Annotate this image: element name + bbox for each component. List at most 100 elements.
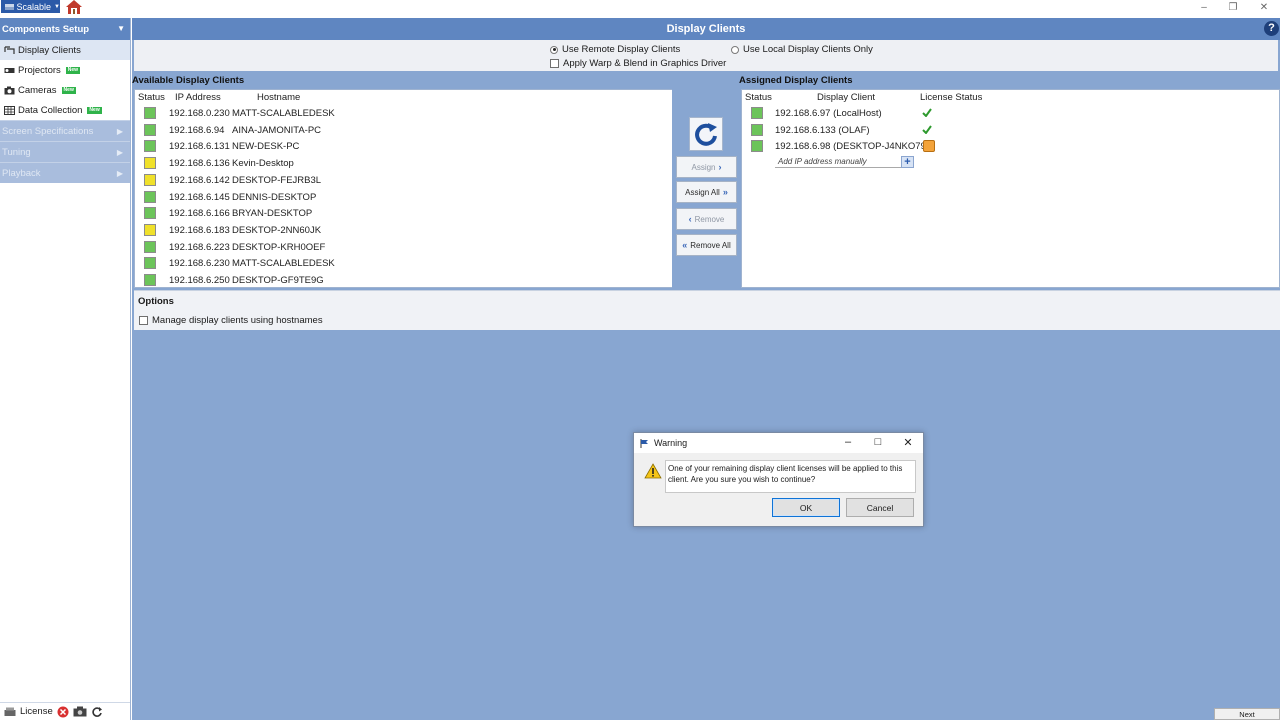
license-label[interactable]: License — [20, 706, 53, 717]
hostname-cell: DENNIS-DESKTOP — [232, 191, 317, 203]
warp-blend-checkbox[interactable]: Apply Warp & Blend in Graphics Driver — [550, 58, 726, 69]
table-row[interactable]: 192.168.6.145 DENNIS-DESKTOP — [135, 189, 672, 205]
remove-all-button[interactable]: « Remove All — [676, 234, 737, 256]
help-icon[interactable]: ? — [1264, 21, 1279, 36]
camera-icon — [4, 86, 15, 94]
maximize-icon[interactable]: □ — [871, 436, 885, 448]
sidebar-item-display-clients[interactable]: Display Clients — [0, 40, 130, 60]
refresh-icon[interactable] — [91, 706, 103, 718]
sidebar-item-cameras[interactable]: Cameras New — [0, 80, 130, 100]
sidebar-section-playback[interactable]: Playback ▶ — [0, 162, 130, 183]
hostname-cell: DESKTOP-2NN60JK — [232, 224, 322, 236]
local-clients-radio[interactable]: Use Local Display Clients Only — [731, 44, 873, 55]
table-row[interactable]: 192.168.6.250 DESKTOP-GF9TE9G — [135, 272, 672, 288]
projector-icon — [4, 67, 15, 73]
close-icon[interactable]: ✕ — [1257, 2, 1271, 14]
table-row[interactable]: 192.168.6.131 NEW-DESK-PC — [135, 138, 672, 154]
remote-clients-label: Use Remote Display Clients — [562, 44, 681, 55]
ok-button[interactable]: OK — [772, 498, 840, 517]
chevron-left-icon: ‹ — [688, 214, 692, 224]
status-indicator — [144, 207, 156, 220]
apply-license-icon[interactable] — [923, 140, 935, 153]
cancel-button[interactable]: Cancel — [846, 498, 914, 517]
table-row[interactable]: 192.168.6.223 DESKTOP-KRH0OEF — [135, 239, 672, 255]
assign-button[interactable]: Assign › — [676, 156, 737, 178]
sidebar-item-label: Projectors — [18, 64, 61, 76]
sidebar-header-label: Components Setup — [2, 23, 90, 35]
table-row[interactable]: 192.168.6.230 MATT-SCALABLEDESK — [135, 255, 672, 271]
column-header-ip[interactable]: IP Address — [175, 92, 221, 103]
camera-icon[interactable] — [73, 706, 87, 717]
sidebar-footer: License — [0, 702, 130, 720]
minimize-icon[interactable]: – — [841, 436, 855, 448]
status-indicator — [144, 257, 156, 270]
checkbox-icon — [550, 59, 559, 68]
hostname-cell: Kevin-Desktop — [232, 158, 294, 170]
sidebar-section-tuning[interactable]: Tuning ▶ — [0, 141, 130, 162]
ip-address-cell: 192.168.6.131 — [169, 141, 230, 153]
table-row[interactable]: 192.168.6.183 DESKTOP-2NN60JK — [135, 222, 672, 238]
sidebar-item-label: Data Collection — [18, 104, 83, 116]
double-chevron-right-icon: » — [722, 187, 728, 197]
minimize-icon[interactable]: – — [1197, 2, 1211, 14]
remove-button[interactable]: ‹ Remove — [676, 208, 737, 230]
column-header-display-client[interactable]: Display Client — [817, 92, 875, 103]
home-icon[interactable] — [66, 0, 82, 14]
sidebar-header[interactable]: Components Setup ▼ — [0, 18, 130, 40]
app-flag-icon — [5, 3, 14, 10]
app-menu-button[interactable]: Scalable ▼ — [1, 0, 60, 13]
dialog-title: Warning — [654, 438, 688, 448]
sidebar-section-label: Screen Specifications — [2, 125, 94, 137]
status-indicator — [144, 274, 156, 286]
radio-unselected-icon — [731, 45, 739, 54]
chevron-down-icon: ▼ — [54, 3, 60, 10]
table-row[interactable]: 192.168.6.133 (OLAF) — [742, 122, 1279, 138]
column-header-status[interactable]: Status — [745, 92, 772, 103]
column-header-license-status[interactable]: License Status — [920, 92, 982, 103]
close-icon[interactable]: ✕ — [901, 436, 915, 449]
table-row[interactable]: 192.168.6.136 Kevin-Desktop — [135, 155, 672, 171]
table-row[interactable]: 192.168.6.142 DESKTOP-FEJRB3L — [135, 172, 672, 188]
error-icon[interactable] — [57, 706, 69, 718]
page-title-bar: Display Clients ? — [132, 18, 1280, 40]
hostnames-label: Manage display clients using hostnames — [152, 315, 323, 326]
remove-label: Remove — [694, 214, 725, 224]
chevron-right-icon: › — [718, 162, 722, 172]
hostnames-checkbox[interactable]: Manage display clients using hostnames — [139, 315, 323, 326]
double-chevron-left-icon: « — [682, 240, 688, 250]
sidebar-section-screen-specifications[interactable]: Screen Specifications ▶ — [0, 120, 130, 141]
table-row[interactable]: 192.168.6.97 (LocalHost) — [742, 105, 1279, 121]
warning-dialog: Warning – □ ✕ One of your remaining disp… — [633, 432, 924, 527]
table-row[interactable]: 192.168.6.94 AINA-JAMONITA-PC — [135, 122, 672, 138]
assign-all-label: Assign All — [685, 187, 720, 197]
table-row[interactable]: 192.168.6.166 BRYAN-DESKTOP — [135, 205, 672, 221]
hostname-cell: AINA-JAMONITA-PC — [232, 124, 322, 136]
warp-blend-label: Apply Warp & Blend in Graphics Driver — [563, 58, 727, 69]
available-clients-title: Available Display Clients — [132, 75, 245, 86]
display-client-cell: 192.168.6.98 (DESKTOP-J4NKO79) — [775, 141, 930, 153]
assign-all-button[interactable]: Assign All » — [676, 181, 737, 203]
license-icon[interactable] — [4, 707, 16, 717]
hostname-cell: BRYAN-DESKTOP — [232, 208, 313, 220]
remote-clients-radio[interactable]: Use Remote Display Clients — [550, 44, 680, 55]
refresh-button[interactable] — [689, 117, 723, 151]
status-indicator — [144, 223, 156, 236]
table-row[interactable]: 192.168.0.230 MATT-SCALABLEDESK — [135, 105, 672, 121]
new-badge: New — [87, 106, 102, 114]
table-row[interactable]: 192.168.6.98 (DESKTOP-J4NKO79) — [742, 138, 1279, 154]
assign-button-column: Assign › Assign All » ‹ Remove « Remove … — [672, 89, 740, 288]
title-bar: Scalable ▼ – ❐ ✕ — [0, 0, 1280, 18]
status-indicator — [144, 240, 156, 253]
next-button[interactable]: Next — [1214, 708, 1280, 720]
ip-address-cell: 192.168.6.94 — [169, 124, 225, 136]
column-header-hostname[interactable]: Hostname — [257, 92, 300, 103]
add-ip-button[interactable]: + — [901, 156, 914, 168]
column-header-status[interactable]: Status — [138, 92, 165, 103]
manual-ip-input[interactable]: Add IP address manually — [775, 156, 913, 168]
sidebar-section-label: Playback — [2, 167, 41, 179]
radio-selected-icon — [550, 45, 558, 54]
chevron-right-icon: ▶ — [116, 126, 123, 136]
sidebar-item-projectors[interactable]: Projectors New — [0, 60, 130, 80]
restore-icon[interactable]: ❐ — [1226, 2, 1240, 14]
sidebar-item-data-collection[interactable]: Data Collection New — [0, 100, 130, 120]
